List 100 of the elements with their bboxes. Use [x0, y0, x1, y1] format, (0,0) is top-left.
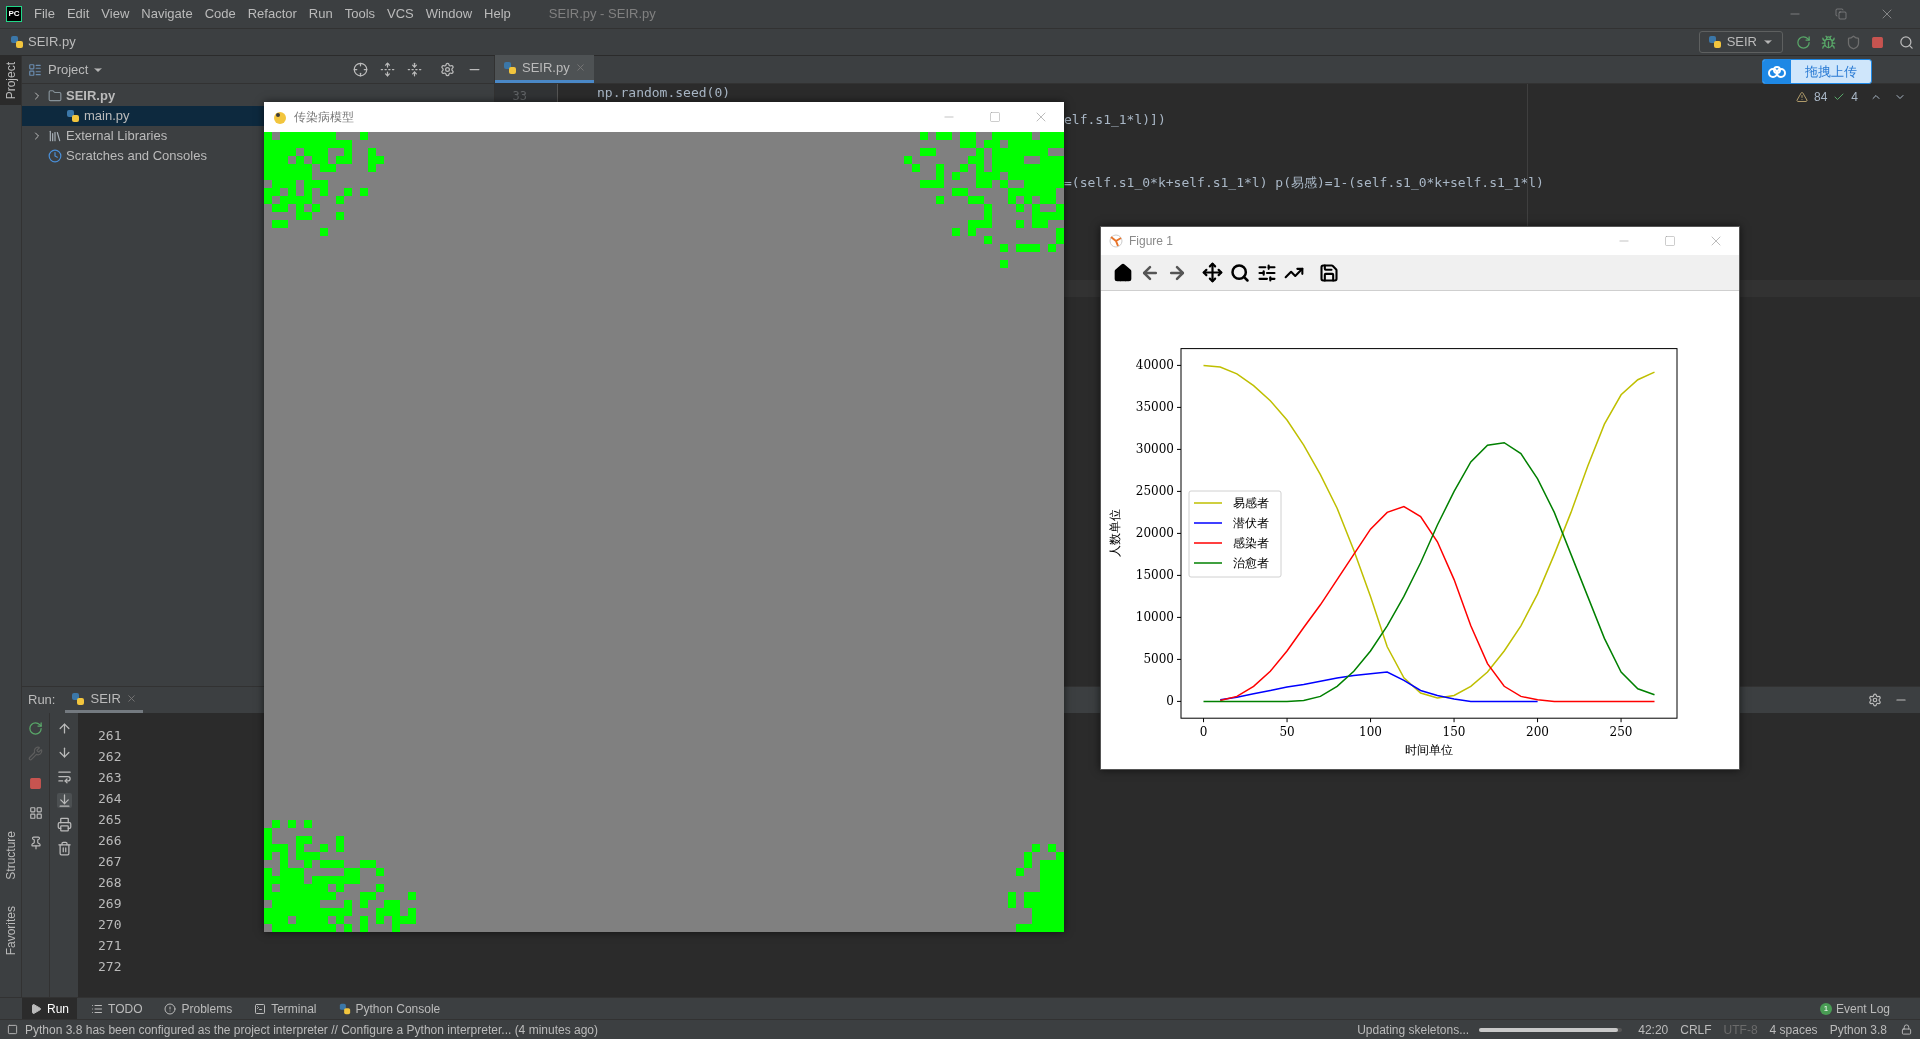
tool-tab[interactable]: Terminal: [246, 997, 325, 1020]
code-line: np.random.seed(0): [597, 85, 731, 100]
axis-label: 人数单位: [1108, 509, 1122, 558]
status-item[interactable]: CRLF: [1680, 1020, 1712, 1039]
folder-icon: [48, 89, 62, 103]
clock-icon: [48, 149, 62, 163]
menu-item[interactable]: File: [28, 0, 61, 28]
breadcrumb[interactable]: SEIR.py: [10, 32, 76, 52]
panel-label: Run:: [28, 691, 56, 710]
console-line: 270: [98, 917, 122, 932]
locate-icon[interactable]: [353, 62, 368, 77]
tool-tab[interactable]: Python Console: [330, 997, 449, 1020]
save-icon[interactable]: [1319, 262, 1339, 283]
stop-icon[interactable]: [29, 777, 42, 790]
console-line: 261: [98, 728, 122, 743]
menu-item[interactable]: Edit: [60, 0, 96, 28]
scroll-to-end-icon[interactable]: [56, 793, 72, 808]
tick-label: 250: [1609, 725, 1633, 740]
figure-app-icon: [1109, 234, 1123, 248]
tree-item[interactable]: Scratches and Consoles: [22, 146, 264, 166]
legend-label: 治愈者: [1233, 556, 1269, 570]
tool-tab[interactable]: TODO: [83, 997, 151, 1020]
expand-icon[interactable]: [380, 62, 395, 77]
menu-item[interactable]: Window: [419, 0, 479, 28]
panel-toggle-icon[interactable]: [7, 1024, 18, 1035]
alert-icon: [164, 1002, 177, 1015]
collapse-icon[interactable]: [407, 62, 422, 77]
up-arrow-icon[interactable]: [56, 721, 72, 736]
side-tab[interactable]: Structure: [0, 824, 21, 886]
layout-icon[interactable]: [28, 806, 43, 820]
task-label: Updating skeletons...: [1357, 1021, 1470, 1039]
tick-label: 0: [1166, 694, 1174, 709]
warning-count[interactable]: 84: [1813, 88, 1828, 106]
rerun-icon[interactable]: [1796, 34, 1811, 50]
window-title: 传染病模型: [294, 109, 354, 126]
window-title: SEIR.py - SEIR.py: [548, 5, 656, 24]
tick-label: 40000: [1135, 358, 1174, 373]
zoom-icon[interactable]: [1230, 262, 1250, 283]
side-tab[interactable]: Favorites: [0, 899, 21, 961]
pin-icon[interactable]: [28, 836, 43, 850]
tick-label: 0: [1199, 725, 1208, 740]
sliders-icon[interactable]: [1257, 262, 1277, 283]
status-message[interactable]: Python 3.8 has been configured as the project interpreter // Configure a Python interpreter... (4 minutes ago): [25, 1020, 598, 1039]
console-line: 268: [98, 875, 122, 890]
tick-label: 20000: [1135, 526, 1174, 541]
upload-button[interactable]: 拖拽上传: [1762, 59, 1872, 84]
tick-label: 30000: [1135, 442, 1174, 457]
event-log-button[interactable]: 1 Event Log: [1819, 999, 1890, 1018]
console-line: 272: [98, 959, 122, 974]
legend-label: 易感者: [1233, 496, 1269, 510]
tick-label: 100: [1359, 725, 1382, 740]
menu-item[interactable]: Code: [198, 0, 242, 28]
search-icon[interactable]: [1899, 34, 1914, 50]
python-icon: [71, 691, 86, 706]
panel-icon: [28, 62, 42, 77]
pan-icon[interactable]: [1202, 262, 1223, 283]
menu-item[interactable]: View: [95, 0, 136, 28]
printer-icon[interactable]: [56, 817, 72, 832]
status-item[interactable]: 42:20: [1638, 1020, 1669, 1039]
down-arrow-icon[interactable]: [56, 745, 72, 760]
python-file-icon: [66, 109, 80, 123]
check-count[interactable]: 4: [1851, 88, 1858, 106]
tree-item[interactable]: main.py: [22, 106, 264, 126]
lock-icon[interactable]: [1901, 1024, 1912, 1035]
side-tab[interactable]: Project: [0, 56, 21, 106]
wrap-icon[interactable]: [56, 769, 72, 784]
panel-title[interactable]: Project: [48, 59, 89, 80]
tick-label: 15000: [1135, 568, 1174, 583]
settings-icon[interactable]: [1868, 693, 1882, 707]
run-config-dropdown[interactable]: SEIR: [1698, 31, 1783, 53]
console-line: 263: [98, 770, 122, 785]
menu-item[interactable]: Help: [478, 0, 517, 28]
tree-item[interactable]: External Libraries: [22, 126, 264, 146]
editor-tab[interactable]: SEIR.py: [495, 55, 594, 83]
tick-label: 35000: [1135, 400, 1174, 415]
library-icon: [48, 129, 62, 143]
menu-item[interactable]: Tools: [338, 0, 382, 28]
menu-item[interactable]: Navigate: [135, 0, 199, 28]
status-item[interactable]: 4 spaces: [1769, 1020, 1818, 1039]
menu-item[interactable]: VCS: [381, 0, 420, 28]
settings-icon[interactable]: [440, 62, 455, 77]
tick-label: 25000: [1135, 484, 1174, 499]
list-icon: [91, 1002, 103, 1015]
menu-item[interactable]: Refactor: [241, 0, 303, 28]
python-file-icon: [503, 60, 517, 75]
tree-item[interactable]: SEIR.py: [22, 86, 264, 106]
bug-icon[interactable]: [1821, 34, 1836, 50]
status-item[interactable]: Python 3.8: [1829, 1020, 1887, 1039]
stop-icon[interactable]: [1871, 35, 1884, 49]
code-line: =(self.s1_0*k+self.s1_1*l) p(易感)=1-(self.s1_0*k+self.s1_1*l): [1064, 175, 1544, 190]
python-icon: [1707, 35, 1722, 49]
home-icon[interactable]: [1113, 262, 1133, 283]
legend-label: 潜伏者: [1233, 516, 1269, 530]
tool-tab[interactable]: Problems: [156, 997, 241, 1020]
menu-item[interactable]: Run: [302, 0, 339, 28]
console-line: 266: [98, 833, 122, 848]
rerun-icon[interactable]: [28, 721, 43, 736]
close-icon[interactable]: [125, 693, 137, 704]
tool-tab[interactable]: Run: [22, 997, 77, 1020]
trash-icon[interactable]: [56, 841, 72, 856]
